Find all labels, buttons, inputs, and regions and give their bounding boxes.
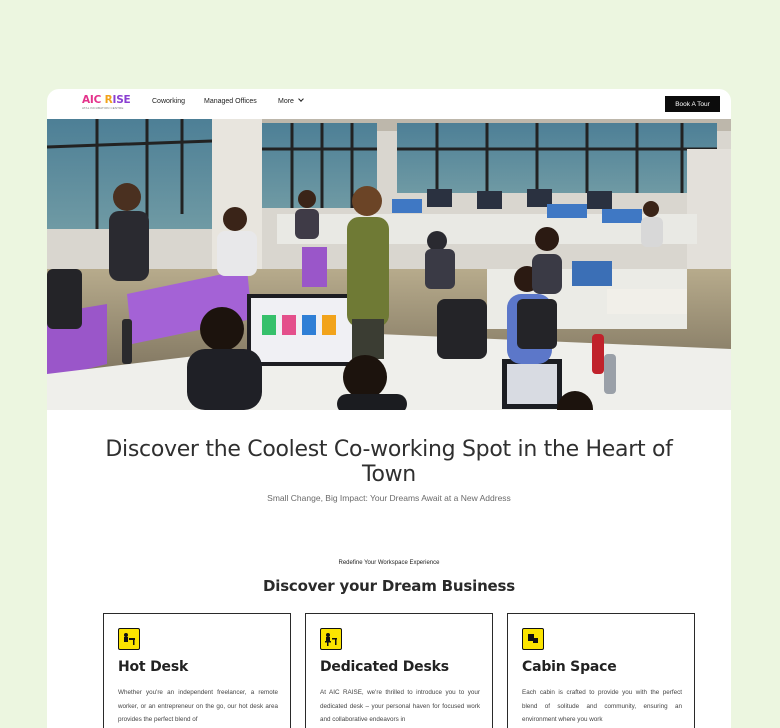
feature-description: At AIC RAISE, we're thrilled to introduc…	[320, 689, 480, 723]
cabin-icon	[522, 628, 544, 650]
brand-logo[interactable]: AIC RISE ATAL INCUBATION CENTRE	[82, 95, 131, 111]
logo-part-2: R	[101, 94, 113, 106]
feature-description: Each cabin is crafted to provide you wit…	[522, 689, 682, 723]
hero-headline: Discover the Coolest Co-working Spot in …	[105, 437, 673, 487]
section-title: Discover your Dream Business	[263, 577, 515, 595]
feature-title: Dedicated Desks	[320, 659, 449, 675]
feature-card-cabin-space[interactable]: Cabin Space Each cabin is crafted to pro…	[507, 613, 695, 728]
logo-tagline: ATAL INCUBATION CENTRE	[82, 106, 124, 110]
hero-image	[47, 119, 731, 410]
nav-more-dropdown[interactable]: More	[278, 96, 304, 105]
desk-icon	[118, 628, 140, 650]
nav-link-coworking[interactable]: Coworking	[152, 98, 185, 105]
feature-title: Hot Desk	[118, 659, 189, 675]
book-a-tour-button[interactable]: Book A Tour	[665, 96, 720, 112]
logo-part-1: AIC	[82, 94, 102, 106]
feature-card-dedicated-desks[interactable]: Dedicated Desks At AIC RAISE, we're thri…	[305, 613, 493, 728]
section-eyebrow: Redefine Your Workspace Experience	[338, 560, 440, 566]
feature-description: Whether you're an independent freelancer…	[118, 689, 278, 723]
page-card: AIC RISE ATAL INCUBATION CENTRE Coworkin…	[47, 89, 731, 728]
hero-subheadline: Small Change, Big Impact: Your Dreams Aw…	[267, 493, 511, 503]
feature-card-hot-desk[interactable]: Hot Desk Whether you're an independent f…	[103, 613, 291, 728]
coworking-office-photo	[47, 119, 731, 410]
logo-part-3: ISE	[112, 94, 131, 106]
top-nav: AIC RISE ATAL INCUBATION CENTRE Coworkin…	[47, 89, 731, 119]
desk-chair-icon	[320, 628, 342, 650]
nav-more-label: More	[278, 98, 294, 105]
nav-link-managed-offices[interactable]: Managed Offices	[204, 98, 257, 105]
feature-title: Cabin Space	[522, 659, 617, 675]
chevron-down-icon	[298, 96, 304, 102]
